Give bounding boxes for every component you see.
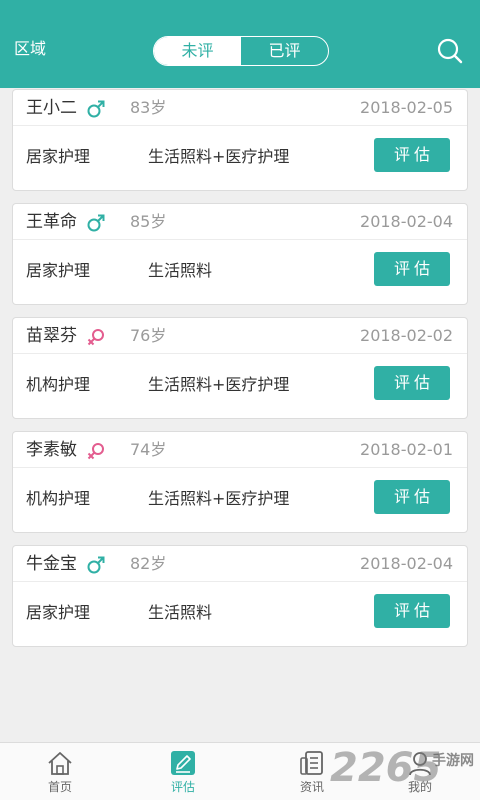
region-selector[interactable]: 区域 (14, 38, 46, 60)
profile-icon (409, 752, 431, 776)
service-type: 生活照料 (148, 603, 213, 622)
record-date: 2018-02-04 (360, 212, 453, 231)
service-type: 生活照料+医疗护理 (148, 489, 290, 508)
card-header: 王革命 85岁 2018-02-04 (13, 204, 467, 240)
evaluation-status-toggle[interactable]: 未评 已评 (153, 36, 329, 66)
list-item: 苗翠芬 76岁 2018-02-02 机构护理 生活照料+医疗护理 评估 (12, 317, 468, 419)
person-age: 76岁 (130, 326, 167, 345)
tab-unevaluated[interactable]: 未评 (154, 37, 241, 65)
care-type: 居家护理 (26, 261, 91, 280)
tab-home-label: 首页 (47, 780, 72, 794)
card-header: 牛金宝 82岁 2018-02-04 (13, 546, 467, 582)
bottom-tab-bar: 首页 评估 资讯 我的 (0, 742, 480, 800)
list-item: 李素敏 74岁 2018-02-01 机构护理 生活照料+医疗护理 评估 (12, 431, 468, 533)
tab-news[interactable]: 资讯 (272, 743, 352, 800)
tab-profile-label: 我的 (407, 780, 432, 794)
card-header: 王小二 83岁 2018-02-05 (13, 90, 467, 126)
tab-news-label: 资讯 (299, 780, 324, 794)
person-age: 83岁 (130, 98, 167, 117)
person-age: 82岁 (130, 554, 167, 573)
person-name: 王革命 (26, 212, 77, 232)
service-type: 生活照料+医疗护理 (148, 147, 290, 166)
care-type: 机构护理 (26, 375, 91, 394)
service-type: 生活照料 (148, 261, 213, 280)
evaluation-list: 王小二 83岁 2018-02-05 居家护理 生活照料+医疗护理 评估 王革命… (12, 89, 468, 659)
care-type: 居家护理 (26, 147, 91, 166)
evaluate-button[interactable]: 评估 (374, 252, 450, 286)
female-icon (87, 329, 104, 346)
list-item: 牛金宝 82岁 2018-02-04 居家护理 生活照料 评估 (12, 545, 468, 647)
evaluate-button[interactable]: 评估 (374, 138, 450, 172)
male-icon (87, 556, 105, 574)
record-date: 2018-02-02 (360, 326, 453, 345)
evaluate-button[interactable]: 评估 (374, 480, 450, 514)
tab-home[interactable]: 首页 (20, 743, 100, 800)
record-date: 2018-02-04 (360, 554, 453, 573)
care-type: 机构护理 (26, 489, 91, 508)
tab-profile[interactable]: 我的 (380, 743, 460, 800)
person-age: 74岁 (130, 440, 167, 459)
search-button[interactable] (436, 37, 464, 65)
tab-evaluate[interactable]: 评估 (143, 743, 223, 800)
news-icon (300, 751, 323, 775)
search-icon (437, 38, 463, 64)
person-name: 王小二 (26, 98, 77, 118)
tab-evaluated[interactable]: 已评 (241, 37, 328, 65)
person-name: 牛金宝 (26, 554, 77, 574)
person-name: 李素敏 (26, 440, 77, 460)
list-item: 王革命 85岁 2018-02-04 居家护理 生活照料 评估 (12, 203, 468, 305)
service-type: 生活照料+医疗护理 (148, 375, 290, 394)
evaluate-button[interactable]: 评估 (374, 594, 450, 628)
card-header: 李素敏 74岁 2018-02-01 (13, 432, 467, 468)
male-icon (87, 100, 105, 118)
list-item: 王小二 83岁 2018-02-05 居家护理 生活照料+医疗护理 评估 (12, 89, 468, 191)
female-icon (87, 443, 104, 460)
tab-evaluate-label: 评估 (170, 780, 195, 794)
record-date: 2018-02-01 (360, 440, 453, 459)
record-date: 2018-02-05 (360, 98, 453, 117)
care-type: 居家护理 (26, 603, 91, 622)
evaluate-icon (171, 751, 195, 775)
card-header: 苗翠芬 76岁 2018-02-02 (13, 318, 467, 354)
male-icon (87, 214, 105, 232)
home-icon (48, 752, 72, 775)
person-name: 苗翠芬 (26, 326, 77, 346)
person-age: 85岁 (130, 212, 167, 231)
app-header: 区域 未评 已评 (0, 0, 480, 88)
evaluate-button[interactable]: 评估 (374, 366, 450, 400)
